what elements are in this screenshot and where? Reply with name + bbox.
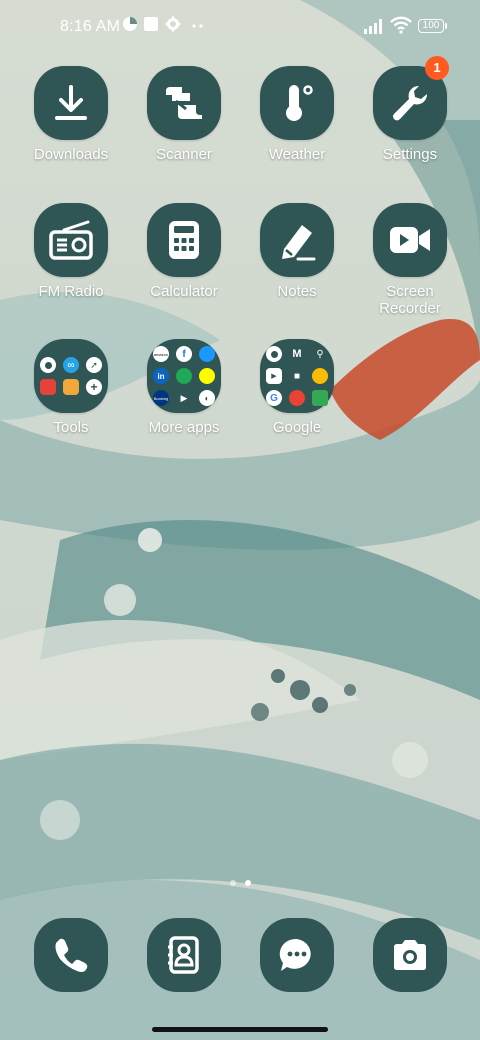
app-label: Scanner (156, 146, 212, 163)
battery-icon: 100 (418, 19, 444, 33)
dock-contacts[interactable] (147, 918, 221, 992)
linkedin-icon: in (153, 368, 169, 384)
page-dot[interactable] (229, 880, 236, 886)
app-label: FM Radio (38, 283, 104, 300)
app-label: Weather (268, 146, 326, 163)
data-saver-icon (123, 17, 137, 31)
scanner-icon (147, 66, 221, 140)
app-label: Settings (382, 146, 438, 163)
app-label: Screen Recorder (379, 283, 441, 317)
app-label: Tools (53, 419, 89, 436)
infinity-icon: ∞ (63, 357, 79, 373)
app-label: More apps (148, 419, 220, 436)
snapchat-icon (199, 368, 215, 384)
contacts-icon (168, 936, 199, 974)
plus-icon: + (86, 379, 102, 395)
dock-camera[interactable] (373, 918, 447, 992)
battery-level: 100 (422, 20, 440, 31)
orange-app-icon (63, 379, 79, 395)
signal-icon (364, 19, 382, 34)
app-label: Downloads (33, 146, 109, 163)
clock: 8:16 AM (60, 18, 121, 35)
more-dots-icon (192, 24, 203, 28)
battery-tip (445, 23, 447, 29)
video-camera-icon (373, 203, 447, 277)
booking-icon: Booking (153, 390, 169, 406)
app-scanner[interactable]: Scanner (128, 66, 240, 163)
assistant-icon: ◐ (199, 390, 215, 406)
wrench-icon: 1 (373, 56, 449, 140)
notification-square-icon (144, 17, 158, 31)
dock-messages[interactable] (260, 918, 334, 992)
google-icon: G (266, 390, 282, 406)
notification-badge: 1 (425, 56, 449, 80)
prime-video-icon (199, 346, 215, 362)
dock-phone[interactable] (34, 918, 108, 992)
slides-icon (312, 390, 328, 406)
meet-icon: ■ (293, 370, 301, 382)
maps-pin-icon: ⚲ (316, 348, 324, 360)
folder-icon: M ⚲ ▶ ■ G (260, 339, 334, 413)
thermometer-icon (260, 66, 334, 140)
radio-icon (34, 203, 108, 277)
messages-icon (279, 938, 311, 971)
app-notes[interactable]: Notes (241, 203, 353, 300)
photos-icon (312, 368, 328, 384)
app-calculator[interactable]: Calculator (128, 203, 240, 300)
amazon-icon: amazon (153, 346, 169, 362)
gmail-icon: M (292, 348, 302, 360)
folder-google[interactable]: M ⚲ ▶ ■ G Google (241, 339, 353, 436)
app-fm-radio[interactable]: FM Radio (15, 203, 127, 300)
folder-more-apps[interactable]: amazon f in Booking ▶ ◐ More apps (128, 339, 240, 436)
app-weather[interactable]: Weather (241, 66, 353, 163)
chrome-icon (266, 346, 282, 362)
folder-icon: ∞ ➚ + (34, 339, 108, 413)
download-icon (34, 66, 108, 140)
facebook-icon: f (176, 346, 192, 362)
folder-icon: amazon f in Booking ▶ ◐ (147, 339, 221, 413)
gallery-icon (176, 368, 192, 384)
folder-tools[interactable]: ∞ ➚ + Tools (15, 339, 127, 436)
app-screen-recorder[interactable]: Screen Recorder (354, 203, 466, 317)
app-settings[interactable]: 1 Settings (354, 56, 466, 163)
app-downloads[interactable]: Downloads (15, 66, 127, 163)
gear-icon (165, 16, 181, 32)
pencil-icon (260, 203, 334, 277)
red-app-icon (40, 379, 56, 395)
app-label: Notes (277, 283, 317, 300)
record-icon (40, 357, 56, 373)
app-label: Google (272, 419, 322, 436)
play-store-icon: ▶ (176, 390, 192, 406)
compass-icon: ➚ (86, 357, 102, 373)
home-indicator[interactable] (152, 1027, 328, 1032)
calculator-icon (147, 203, 221, 277)
camera-icon (394, 940, 426, 970)
page-indicator (0, 880, 480, 886)
app-label: Calculator (150, 283, 218, 300)
status-bar: 8:16 AM 100 (0, 0, 480, 56)
wifi-icon (390, 16, 412, 34)
pinwheel-icon (289, 390, 305, 406)
page-dot-active[interactable] (244, 880, 251, 886)
youtube-icon: ▶ (266, 368, 282, 384)
phone-icon (55, 938, 88, 972)
